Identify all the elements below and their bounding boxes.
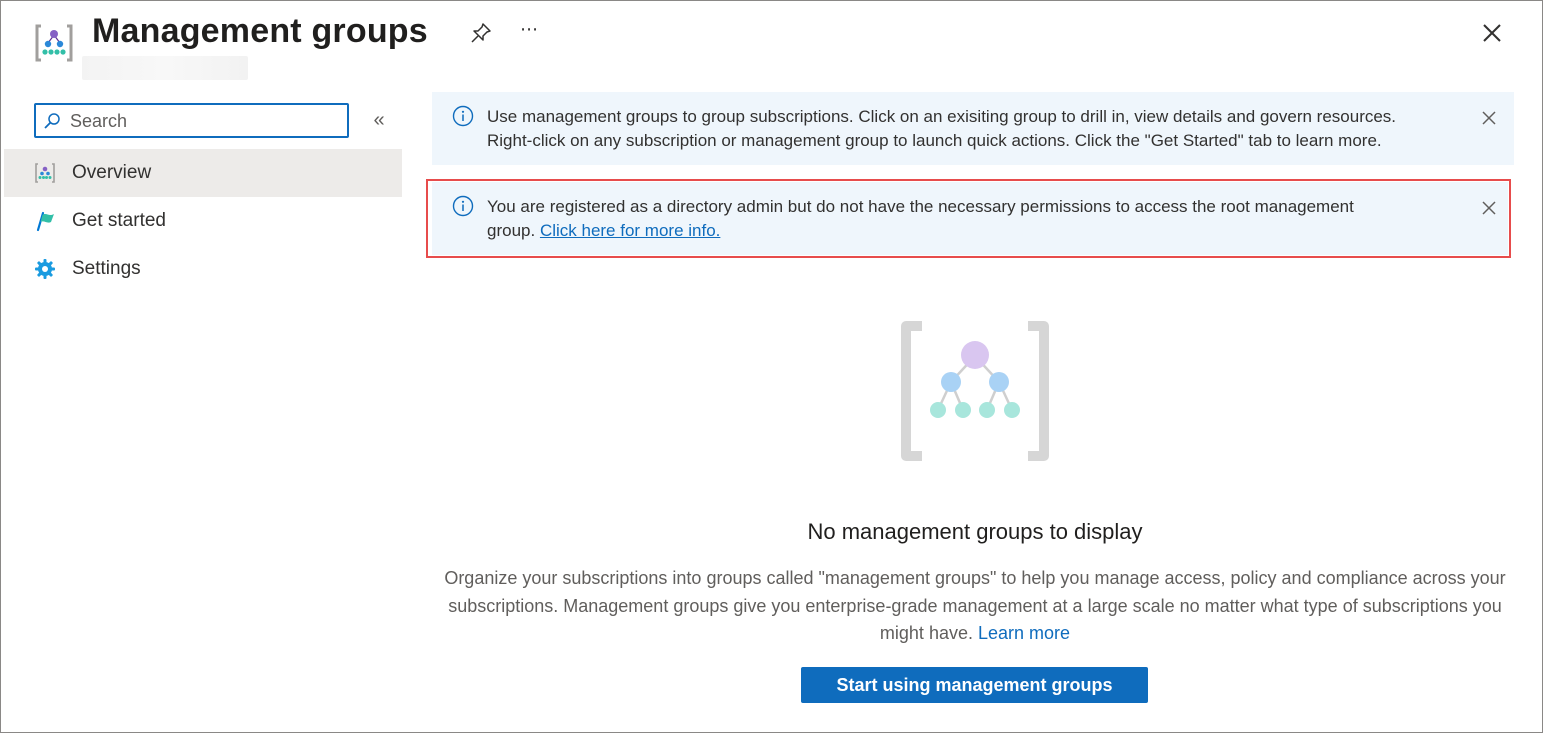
more-options-icon[interactable]: ⋯	[516, 18, 542, 44]
page-title: Management groups	[92, 12, 428, 50]
info-banner-line-2: Right-click on any subscription or manag…	[487, 131, 1382, 150]
info-banner: Use management groups to group subscript…	[432, 92, 1514, 165]
empty-state-title: No management groups to display	[807, 519, 1143, 544]
info-banner-text: Use management groups to group subscript…	[487, 105, 1477, 153]
search-box[interactable]	[34, 103, 349, 138]
close-icon[interactable]	[1478, 19, 1506, 47]
sidebar-item-label: Settings	[72, 258, 141, 279]
learn-more-link[interactable]: Learn more	[978, 623, 1070, 643]
sidebar-item-overview[interactable]: Overview	[4, 149, 402, 197]
redacted-subtitle	[82, 56, 248, 80]
sidebar-item-get-started[interactable]: Get started	[4, 197, 402, 245]
empty-state-description-text: Organize your subscriptions into groups …	[444, 568, 1506, 643]
management-groups-illustration	[901, 321, 1049, 461]
collapse-sidebar-icon[interactable]: «	[368, 108, 390, 132]
sidebar-item-label: Get started	[72, 210, 166, 231]
start-using-management-groups-button[interactable]: Start using management groups	[801, 667, 1148, 703]
pin-icon[interactable]	[468, 20, 494, 46]
search-icon	[44, 113, 60, 129]
highlight-box	[426, 179, 1511, 258]
management-groups-icon	[35, 163, 55, 183]
empty-state-description: Organize your subscriptions into groups …	[440, 565, 1510, 648]
management-groups-icon	[35, 24, 73, 62]
sidebar-item-settings[interactable]: Settings	[4, 245, 402, 293]
flag-icon	[36, 211, 54, 232]
info-icon	[452, 105, 474, 127]
sidebar-item-label: Overview	[72, 162, 152, 183]
dismiss-icon[interactable]	[1479, 108, 1499, 128]
search-input[interactable]	[70, 109, 340, 133]
info-banner-line-1: Use management groups to group subscript…	[487, 107, 1397, 126]
gear-icon	[35, 259, 55, 279]
